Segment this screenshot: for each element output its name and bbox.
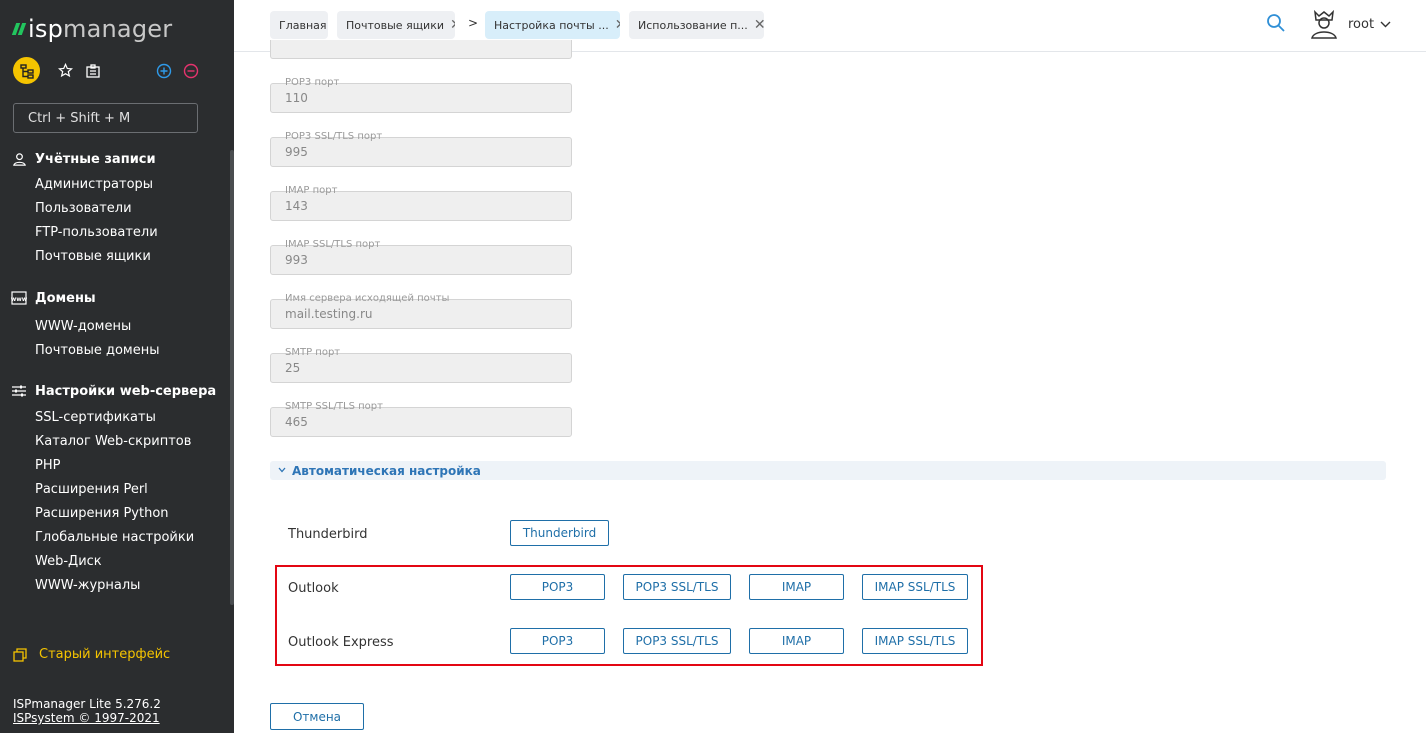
www-icon: www — [11, 290, 27, 306]
close-icon[interactable]: ✕ — [754, 18, 764, 32]
sliders-icon — [11, 383, 27, 399]
auto-config-section-header[interactable]: Автоматическая настройка — [270, 461, 1386, 480]
smtp-ssl-port-field[interactable]: SMTP SSL/TLS порт 465 — [270, 401, 572, 437]
user-menu[interactable]: root — [1348, 17, 1391, 32]
close-icon[interactable]: ✕ — [450, 18, 455, 32]
quick-actions — [13, 57, 204, 84]
sidebar-item-global-settings[interactable]: Глобальные настройки — [0, 526, 230, 550]
logo-suffix: manager — [63, 15, 173, 43]
field-label: Имя сервера исходящей почты — [285, 293, 450, 304]
field-label: IMAP порт — [285, 185, 338, 196]
logo-prefix: isp — [28, 15, 64, 43]
pop3-ssl-port-field[interactable]: POP3 SSL/TLS порт 995 — [270, 131, 572, 167]
tab-usage[interactable]: Использование п... ✕ — [629, 11, 764, 39]
outgoing-server-field[interactable]: Имя сервера исходящей почты mail.testing… — [270, 293, 572, 329]
field-label: SMTP SSL/TLS порт — [285, 401, 383, 412]
sidebar-item-www-domains[interactable]: WWW-домены — [0, 315, 230, 339]
user-icon — [11, 151, 27, 167]
nav-group-domains[interactable]: www Домены — [0, 287, 230, 309]
outlook-express-label: Outlook Express — [288, 635, 394, 650]
add-circle-icon[interactable] — [150, 57, 177, 84]
outlook-express-imap-ssl-button[interactable]: IMAP SSL/TLS — [862, 628, 968, 654]
cancel-button[interactable]: Отмена — [270, 703, 364, 730]
outlook-pop3-ssl-button[interactable]: POP3 SSL/TLS — [623, 574, 731, 600]
search-icon[interactable] — [1266, 13, 1288, 35]
tab-label: Почтовые ящики — [346, 18, 444, 32]
tab-label: Использование п... — [638, 18, 748, 32]
nav-group-accounts[interactable]: Учётные записи — [0, 148, 230, 170]
window-stack-icon — [13, 647, 27, 662]
outlook-imap-ssl-button[interactable]: IMAP SSL/TLS — [862, 574, 968, 600]
version-text: ISPmanager Lite 5.276.2 — [13, 697, 161, 711]
field-label: POP3 порт — [285, 77, 340, 88]
hotkey-search-field[interactable]: Ctrl + Shift + M — [13, 103, 198, 133]
sidebar-item-php[interactable]: PHP — [0, 454, 230, 478]
smtp-port-field[interactable]: SMTP порт 25 — [270, 347, 572, 383]
field-value: 143 — [285, 199, 308, 213]
close-icon[interactable]: ✕ — [615, 18, 620, 32]
nav-group-webserver[interactable]: Настройки web-сервера — [0, 380, 230, 402]
outlook-express-pop3-ssl-button[interactable]: POP3 SSL/TLS — [623, 628, 731, 654]
tree-menu-icon[interactable] — [13, 57, 40, 84]
pop3-port-field[interactable]: POP3 порт 110 — [270, 77, 572, 113]
sidebar-footer: ISPmanager Lite 5.276.2 ISPsystem © 1997… — [13, 697, 161, 725]
sidebar-item-users[interactable]: Пользователи — [0, 197, 230, 221]
tab-label: Главная — [279, 18, 327, 32]
thunderbird-label: Thunderbird — [288, 527, 368, 542]
section-title: Автоматическая настройка — [292, 463, 481, 478]
chevron-down-icon — [278, 466, 286, 476]
remove-circle-icon[interactable] — [177, 57, 204, 84]
chevron-down-icon — [1380, 17, 1391, 32]
sidebar-nav: Учётные записи Администраторы Пользовате… — [0, 148, 230, 598]
copyright-link[interactable]: ISPsystem © 1997-2021 — [13, 711, 161, 725]
tab-label: Настройка почты ... — [494, 18, 609, 32]
field-value: mail.testing.ru — [285, 307, 373, 321]
thunderbird-button[interactable]: Thunderbird — [510, 520, 609, 546]
old-interface-label: Старый интерфейс — [39, 647, 171, 662]
outlook-imap-button[interactable]: IMAP — [749, 574, 844, 600]
imap-port-field[interactable]: IMAP порт 143 — [270, 185, 572, 221]
sidebar-item-ftp-users[interactable]: FTP-пользователи — [0, 221, 230, 245]
outlook-express-imap-button[interactable]: IMAP — [749, 628, 844, 654]
logo-icon — [11, 23, 27, 35]
sidebar: ispmanager Ctrl + Shift + M Учётные запи… — [0, 0, 234, 733]
sidebar-item-mailboxes[interactable]: Почтовые ящики — [0, 245, 230, 269]
sidebar-scrollbar[interactable] — [230, 150, 234, 605]
tab-mail-settings[interactable]: Настройка почты ... ✕ — [485, 11, 620, 39]
nav-group-label: Учётные записи — [35, 151, 156, 167]
field-label: SMTP порт — [285, 347, 341, 358]
outlook-pop3-button[interactable]: POP3 — [510, 574, 605, 600]
nav-group-label: Настройки web-сервера — [35, 383, 217, 399]
avatar[interactable] — [1308, 8, 1340, 40]
field-value: 110 — [285, 91, 308, 105]
sidebar-item-web-scripts[interactable]: Каталог Web-скриптов — [0, 430, 230, 454]
field-value: 995 — [285, 145, 308, 159]
outlook-label: Outlook — [288, 581, 339, 596]
sidebar-item-ssl[interactable]: SSL-сертификаты — [0, 406, 230, 430]
star-icon[interactable] — [52, 57, 79, 84]
field-label: POP3 SSL/TLS порт — [285, 131, 383, 142]
user-name: root — [1348, 17, 1375, 32]
clipboard-icon[interactable] — [79, 57, 106, 84]
field-value: 25 — [285, 361, 301, 375]
field-value: 465 — [285, 415, 308, 429]
field-value: 993 — [285, 253, 308, 267]
tab-mailboxes[interactable]: Почтовые ящики ✕ — [337, 11, 455, 39]
sidebar-item-web-disk[interactable]: Web-Диск — [0, 550, 230, 574]
field-label: IMAP SSL/TLS порт — [285, 239, 381, 250]
sidebar-item-admins[interactable]: Администраторы — [0, 173, 230, 197]
field-partial — [270, 40, 572, 59]
svg-text:www: www — [11, 296, 27, 303]
outlook-express-pop3-button[interactable]: POP3 — [510, 628, 605, 654]
sidebar-item-perl[interactable]: Расширения Perl — [0, 478, 230, 502]
tab-home[interactable]: Главная — [270, 11, 328, 39]
nav-group-label: Домены — [35, 290, 96, 306]
sidebar-item-mail-domains[interactable]: Почтовые домены — [0, 339, 230, 363]
sidebar-item-www-logs[interactable]: WWW-журналы — [0, 574, 230, 598]
old-interface-link[interactable]: Старый интерфейс — [13, 647, 170, 662]
logo[interactable]: ispmanager — [11, 15, 173, 43]
imap-ssl-port-field[interactable]: IMAP SSL/TLS порт 993 — [270, 239, 572, 275]
sidebar-item-python[interactable]: Расширения Python — [0, 502, 230, 526]
breadcrumb-separator: > — [468, 16, 479, 30]
